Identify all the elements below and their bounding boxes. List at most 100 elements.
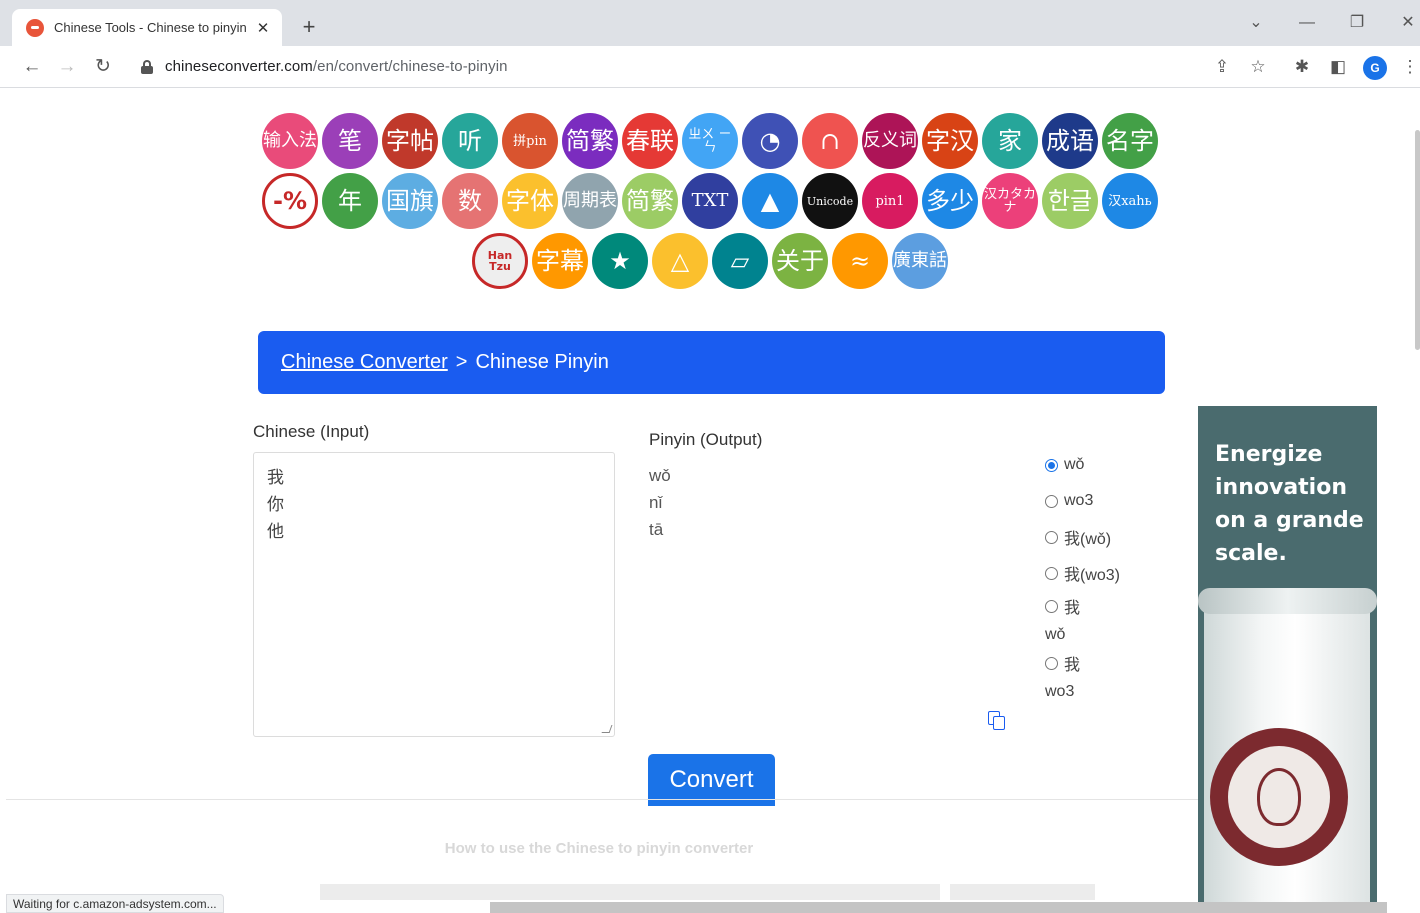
reload-icon[interactable]: ↻ xyxy=(88,52,118,82)
radio-button[interactable] xyxy=(1045,656,1058,670)
tool-icon[interactable]: 成语 xyxy=(1042,113,1098,169)
bookmark-star-icon[interactable]: ☆ xyxy=(1246,56,1270,78)
share-icon[interactable]: ⇪ xyxy=(1210,56,1234,78)
chinese-input-textarea[interactable]: 我你他 xyxy=(253,452,615,737)
tool-icon[interactable]: 한글 xyxy=(1042,173,1098,229)
tool-icon[interactable]: 春联 xyxy=(622,113,678,169)
extensions-puzzle-icon[interactable]: ✱ xyxy=(1290,56,1314,78)
restore-icon[interactable]: ❐ xyxy=(1342,10,1372,36)
output-line: nǐ xyxy=(649,493,663,512)
tool-icon[interactable]: 字汉 xyxy=(922,113,978,169)
tool-icon[interactable]: ▲ xyxy=(742,173,798,229)
format-option-sublabel: wǒ xyxy=(1045,626,1066,643)
ad-logo-face xyxy=(1257,768,1301,826)
tool-icon[interactable]: ∩ xyxy=(802,113,858,169)
format-option[interactable]: 我(wo3) xyxy=(1045,555,1120,591)
format-option-sublabel: wo3 xyxy=(1045,683,1075,700)
input-text: 我你他 xyxy=(267,465,601,546)
radio-button[interactable] xyxy=(1045,566,1058,580)
format-option[interactable]: 我 xyxy=(1045,648,1120,678)
address-bar[interactable]: chineseconverter.com/en/convert/chinese-… xyxy=(165,58,508,75)
tool-icon[interactable]: 输入法 xyxy=(262,113,318,169)
browser-tab-bar: Chinese Tools - Chinese to pinyin ✕ + ⌄ … xyxy=(0,0,1420,46)
tool-icon[interactable]: -% xyxy=(262,173,318,229)
minimize-icon[interactable]: — xyxy=(1292,10,1322,36)
tool-icon[interactable]: Han Tzu xyxy=(472,233,528,289)
format-option[interactable]: wǒ xyxy=(1045,447,1120,483)
tool-icon[interactable]: ≈ xyxy=(832,233,888,289)
format-option-label: wǒ xyxy=(1064,456,1085,473)
tool-icon[interactable]: ◔ xyxy=(742,113,798,169)
tool-icon[interactable]: 廣東話 xyxy=(892,233,948,289)
breadcrumb-separator: > xyxy=(455,351,468,373)
tool-icon[interactable]: 字体 xyxy=(502,173,558,229)
ad-headline: Energize innovation on a grande scale. xyxy=(1215,442,1364,566)
tool-icon[interactable]: pin1 xyxy=(862,173,918,229)
new-tab-icon[interactable]: + xyxy=(296,14,322,40)
tool-icon[interactable]: ▱ xyxy=(712,233,768,289)
tool-icon[interactable]: ★ xyxy=(592,233,648,289)
back-icon[interactable]: ← xyxy=(17,52,47,82)
tool-icon[interactable]: 年 xyxy=(322,173,378,229)
tab-close-icon[interactable]: ✕ xyxy=(254,19,272,37)
radio-button[interactable] xyxy=(1045,458,1058,472)
format-option[interactable]: 我 xyxy=(1045,591,1120,621)
tool-icon[interactable]: 名字 xyxy=(1102,113,1158,169)
breadcrumb-link-chinese-converter[interactable]: Chinese Converter xyxy=(281,351,448,374)
tool-icon[interactable]: 反义词 xyxy=(862,113,918,169)
resize-handle-icon[interactable] xyxy=(601,725,613,733)
tool-icon-row: Han Tzu 字幕 ★ △ ▱ 关于 ≈ 廣東話 xyxy=(0,233,1420,289)
radio-button[interactable] xyxy=(1045,530,1058,544)
pinyin-format-options: wǒ wo3 我(wǒ) 我(wo3) 我 wǒ 我 wo3 xyxy=(1045,447,1120,705)
tool-icon[interactable]: ㄓㄨ ㄧㄣ xyxy=(682,113,738,169)
forward-icon[interactable]: → xyxy=(52,52,82,82)
tool-icon[interactable]: 周期表 xyxy=(562,173,618,229)
tool-icon[interactable]: 关于 xyxy=(772,233,828,289)
radio-button[interactable] xyxy=(1045,494,1058,508)
close-window-icon[interactable]: ✕ xyxy=(1393,10,1420,36)
tool-icon[interactable]: 汉カタカナ xyxy=(982,173,1038,229)
status-bar: Waiting for c.amazon-adsystem.com... xyxy=(6,894,224,913)
tool-icon[interactable]: 简繁 xyxy=(622,173,678,229)
vertical-scrollbar[interactable] xyxy=(1415,130,1420,350)
site-favicon-icon xyxy=(26,18,44,37)
horizontal-scrollbar[interactable] xyxy=(490,902,1387,913)
tool-icon[interactable]: 简繁 xyxy=(562,113,618,169)
profile-avatar[interactable]: G xyxy=(1363,56,1387,80)
tool-icon[interactable]: 汉xahь xyxy=(1102,173,1158,229)
tool-icon[interactable]: 国旗 xyxy=(382,173,438,229)
url-path: /en/convert/chinese-to-pinyin xyxy=(312,58,508,75)
browser-toolbar: ← → ↻ chineseconverter.com/en/convert/ch… xyxy=(0,46,1420,88)
tool-icon[interactable]: 听 xyxy=(442,113,498,169)
output-label: Pinyin (Output) xyxy=(649,430,763,449)
tab-title: Chinese Tools - Chinese to pinyin xyxy=(54,20,247,35)
advertisement[interactable]: Energize innovation on a grande scale. xyxy=(1198,406,1377,913)
format-option-label: 我(wǒ) xyxy=(1064,531,1112,548)
input-line: 我 xyxy=(267,468,284,488)
tool-icon[interactable]: TXT xyxy=(682,173,738,229)
pinyin-output: wǒ nǐ tā xyxy=(649,462,671,543)
tool-icon[interactable]: 家 xyxy=(982,113,1038,169)
tool-icon[interactable]: 数 xyxy=(442,173,498,229)
tool-icon[interactable]: 笔 xyxy=(322,113,378,169)
copy-icon[interactable] xyxy=(986,710,1008,732)
tool-icon[interactable]: 字帖 xyxy=(382,113,438,169)
side-panel-icon[interactable]: ◧ xyxy=(1326,56,1350,78)
browser-menu-icon[interactable]: ⋮ xyxy=(1398,56,1420,78)
ad-cup-lid xyxy=(1198,588,1377,614)
tool-icon[interactable]: 多少 xyxy=(922,173,978,229)
input-label: Chinese (Input) xyxy=(253,422,370,441)
radio-button[interactable] xyxy=(1045,599,1058,613)
tool-icon[interactable]: △ xyxy=(652,233,708,289)
output-line: wǒ xyxy=(649,466,671,485)
tool-icon[interactable]: 字幕 xyxy=(532,233,588,289)
url-domain: chineseconverter.com xyxy=(165,58,313,75)
format-option[interactable]: wo3 xyxy=(1045,483,1120,519)
format-option[interactable]: 我(wǒ) xyxy=(1045,519,1120,555)
tool-icon[interactable]: 拼pin xyxy=(502,113,558,169)
tool-icon[interactable]: Unicode xyxy=(802,173,858,229)
browser-tab[interactable]: Chinese Tools - Chinese to pinyin ✕ xyxy=(12,9,282,46)
output-line: tā xyxy=(649,520,664,539)
tab-search-chevron-icon[interactable]: ⌄ xyxy=(1241,10,1271,36)
input-line: 他 xyxy=(267,522,284,542)
